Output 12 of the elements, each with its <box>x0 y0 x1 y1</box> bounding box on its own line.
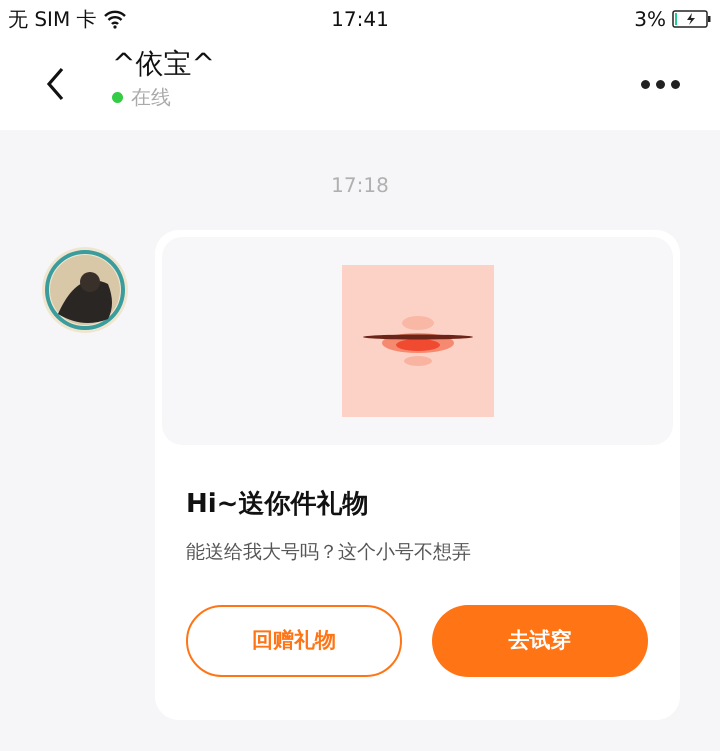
battery-charging-icon <box>672 9 712 29</box>
wifi-icon <box>102 9 127 29</box>
gift-title: Hi~送你件礼物 <box>186 488 370 521</box>
gift-message: 能送给我大号吗？这个小号不想弄 <box>186 540 472 565</box>
try-on-button[interactable]: 去试穿 <box>432 604 648 676</box>
clock-text: 17:41 <box>331 6 389 33</box>
carrier-text: 无 SIM 卡 <box>8 6 97 33</box>
contact-name: ^依宝^ <box>112 46 215 82</box>
return-gift-button[interactable]: 回赠礼物 <box>186 604 402 676</box>
message-timestamp: 17:18 <box>331 172 389 199</box>
online-status-text: 在线 <box>131 84 171 111</box>
battery-text: 3% <box>634 6 666 33</box>
